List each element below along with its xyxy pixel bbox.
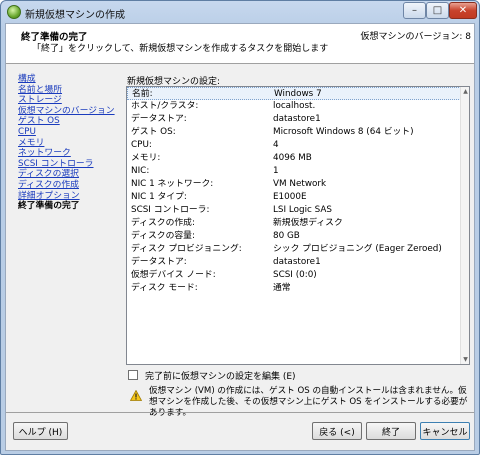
footer-divider	[6, 412, 474, 413]
setting-key: ゲスト OS:	[131, 127, 176, 137]
finish-button[interactable]: 終了	[366, 422, 416, 440]
settings-row[interactable]: 仮想デバイス ノード: SCSI (0:0)	[127, 269, 461, 282]
setting-key: データストア:	[131, 257, 187, 267]
settings-row[interactable]: ディスク プロビジョニング: シック プロビジョニング (Eager Zeroed…	[127, 243, 461, 256]
setting-key: NIC:	[131, 166, 150, 176]
nav-step-9[interactable]: ディスクの選択	[18, 169, 118, 180]
vm-version-label: 仮想マシンのバージョン: 8	[360, 32, 471, 42]
nav-step-6[interactable]: メモリ	[18, 138, 118, 149]
nav-step-11[interactable]: 詳細オプション	[18, 191, 118, 202]
setting-value: localhost.	[273, 101, 316, 111]
nav-step-3[interactable]: 仮想マシンのバージョン	[18, 106, 118, 117]
settings-row[interactable]: ゲスト OS: Microsoft Windows 8 (64 ビット)	[127, 126, 461, 139]
settings-list[interactable]: 名前: Windows 7 ホスト/クラスタ: localhost. データストア: da…	[126, 86, 470, 365]
setting-key: ディスク モード:	[131, 283, 198, 293]
edit-settings-option[interactable]: 完了前に仮想マシンの設定を編集 (E)	[128, 369, 296, 382]
scroll-down-icon[interactable]: ▼	[461, 355, 470, 364]
nav-step-8[interactable]: SCSI コントローラ	[18, 159, 118, 170]
vertical-scrollbar[interactable]: ▲ ▼	[460, 87, 469, 364]
setting-key: データストア:	[131, 114, 187, 124]
setting-value: E1000E	[273, 192, 307, 202]
setting-key: CPU:	[131, 140, 152, 150]
setting-value: VM Network	[273, 179, 327, 189]
edit-settings-label: 完了前に仮想マシンの設定を編集 (E)	[145, 371, 296, 382]
setting-value: 80 GB	[273, 231, 300, 241]
step-description: 「終了」をクリックして、新規仮想マシンを作成するタスクを開始します	[32, 44, 329, 54]
setting-key: メモリ:	[131, 153, 161, 163]
back-button[interactable]: 戻る (<)	[312, 422, 362, 440]
settings-row[interactable]: NIC: 1	[127, 165, 461, 178]
nav-step-12: 終了準備の完了	[18, 201, 80, 212]
help-button[interactable]: ヘルプ (H)	[13, 422, 68, 440]
setting-key: 仮想デバイス ノード:	[131, 270, 216, 280]
nav-step-5[interactable]: CPU	[18, 127, 118, 138]
nav-step-0[interactable]: 構成	[18, 74, 118, 85]
wizard-body: 終了準備の完了 「終了」をクリックして、新規仮想マシンを作成するタスクを開始しま…	[5, 23, 475, 451]
nav-step-2[interactable]: ストレージ	[18, 95, 118, 106]
settings-row[interactable]: 名前: Windows 7	[127, 87, 461, 100]
nav-step-4[interactable]: ゲスト OS	[18, 116, 118, 127]
vsphere-app-icon	[7, 5, 21, 19]
cancel-button[interactable]: キャンセル	[420, 422, 470, 440]
settings-row[interactable]: NIC 1 ネットワーク: VM Network	[127, 178, 461, 191]
warning-text: 仮想マシン (VM) の作成には、ゲスト OS の自動インストールは含まれません…	[149, 386, 468, 418]
setting-value: 新規仮想ディスク	[273, 218, 343, 228]
settings-row[interactable]: CPU: 4	[127, 139, 461, 152]
minimize-button[interactable]: –	[403, 2, 426, 19]
settings-row[interactable]: ディスクの作成: 新規仮想ディスク	[127, 217, 461, 230]
setting-key: NIC 1 ネットワーク:	[131, 179, 214, 189]
close-button[interactable]: ✕	[449, 2, 477, 19]
nav-step-1[interactable]: 名前と場所	[18, 85, 118, 96]
settings-row[interactable]: データストア: datastore1	[127, 256, 461, 269]
settings-row[interactable]: SCSI コントローラ: LSI Logic SAS	[127, 204, 461, 217]
nav-step-10[interactable]: ディスクの作成	[18, 180, 118, 191]
settings-row[interactable]: メモリ: 4096 MB	[127, 152, 461, 165]
settings-row[interactable]: ホスト/クラスタ: localhost.	[127, 100, 461, 113]
setting-key: NIC 1 タイプ:	[131, 192, 187, 202]
setting-value: datastore1	[273, 257, 321, 267]
setting-value: シック プロビジョニング (Eager Zeroed)	[273, 244, 442, 254]
setting-value: LSI Logic SAS	[273, 205, 333, 215]
setting-key: SCSI コントローラ:	[131, 205, 210, 215]
setting-value: datastore1	[273, 114, 321, 124]
settings-row[interactable]: ディスク モード: 通常	[127, 282, 461, 295]
settings-row[interactable]: データストア: datastore1	[127, 113, 461, 126]
settings-row[interactable]: ディスクの容量: 80 GB	[127, 230, 461, 243]
scroll-up-icon[interactable]: ▲	[461, 87, 470, 96]
warning-icon	[130, 390, 142, 401]
wizard-steps-nav: 構成 名前と場所 ストレージ 仮想マシンのバージョン ゲスト OS CPU メモリ ネットワー…	[18, 74, 118, 212]
nav-step-7[interactable]: ネットワーク	[18, 148, 118, 159]
maximize-button[interactable]: □	[426, 2, 449, 19]
settings-rows: 名前: Windows 7 ホスト/クラスタ: localhost. データストア: da…	[127, 87, 461, 295]
setting-key: ディスク プロビジョニング:	[131, 244, 242, 254]
setting-value: 4096 MB	[273, 153, 312, 163]
window-title: 新規仮想マシンの作成	[25, 10, 125, 21]
setting-value: 1	[273, 166, 279, 176]
setting-value: SCSI (0:0)	[273, 270, 317, 280]
setting-value: 4	[273, 140, 279, 150]
setting-value: Microsoft Windows 8 (64 ビット)	[273, 127, 414, 137]
setting-key: ディスクの容量:	[131, 231, 195, 241]
wizard-header: 終了準備の完了 「終了」をクリックして、新規仮想マシンを作成するタスクを開始しま…	[6, 24, 474, 64]
settings-row[interactable]: NIC 1 タイプ: E1000E	[127, 191, 461, 204]
setting-key: ホスト/クラスタ:	[131, 101, 199, 111]
wizard-window: 新規仮想マシンの作成 – □ ✕ 終了準備の完了 「終了」をクリックして、新規仮…	[0, 0, 480, 455]
title-bar[interactable]: 新規仮想マシンの作成 – □ ✕	[1, 1, 479, 23]
edit-settings-checkbox[interactable]	[128, 370, 138, 380]
setting-key: ディスクの作成:	[131, 218, 195, 228]
setting-value: 通常	[273, 283, 291, 293]
